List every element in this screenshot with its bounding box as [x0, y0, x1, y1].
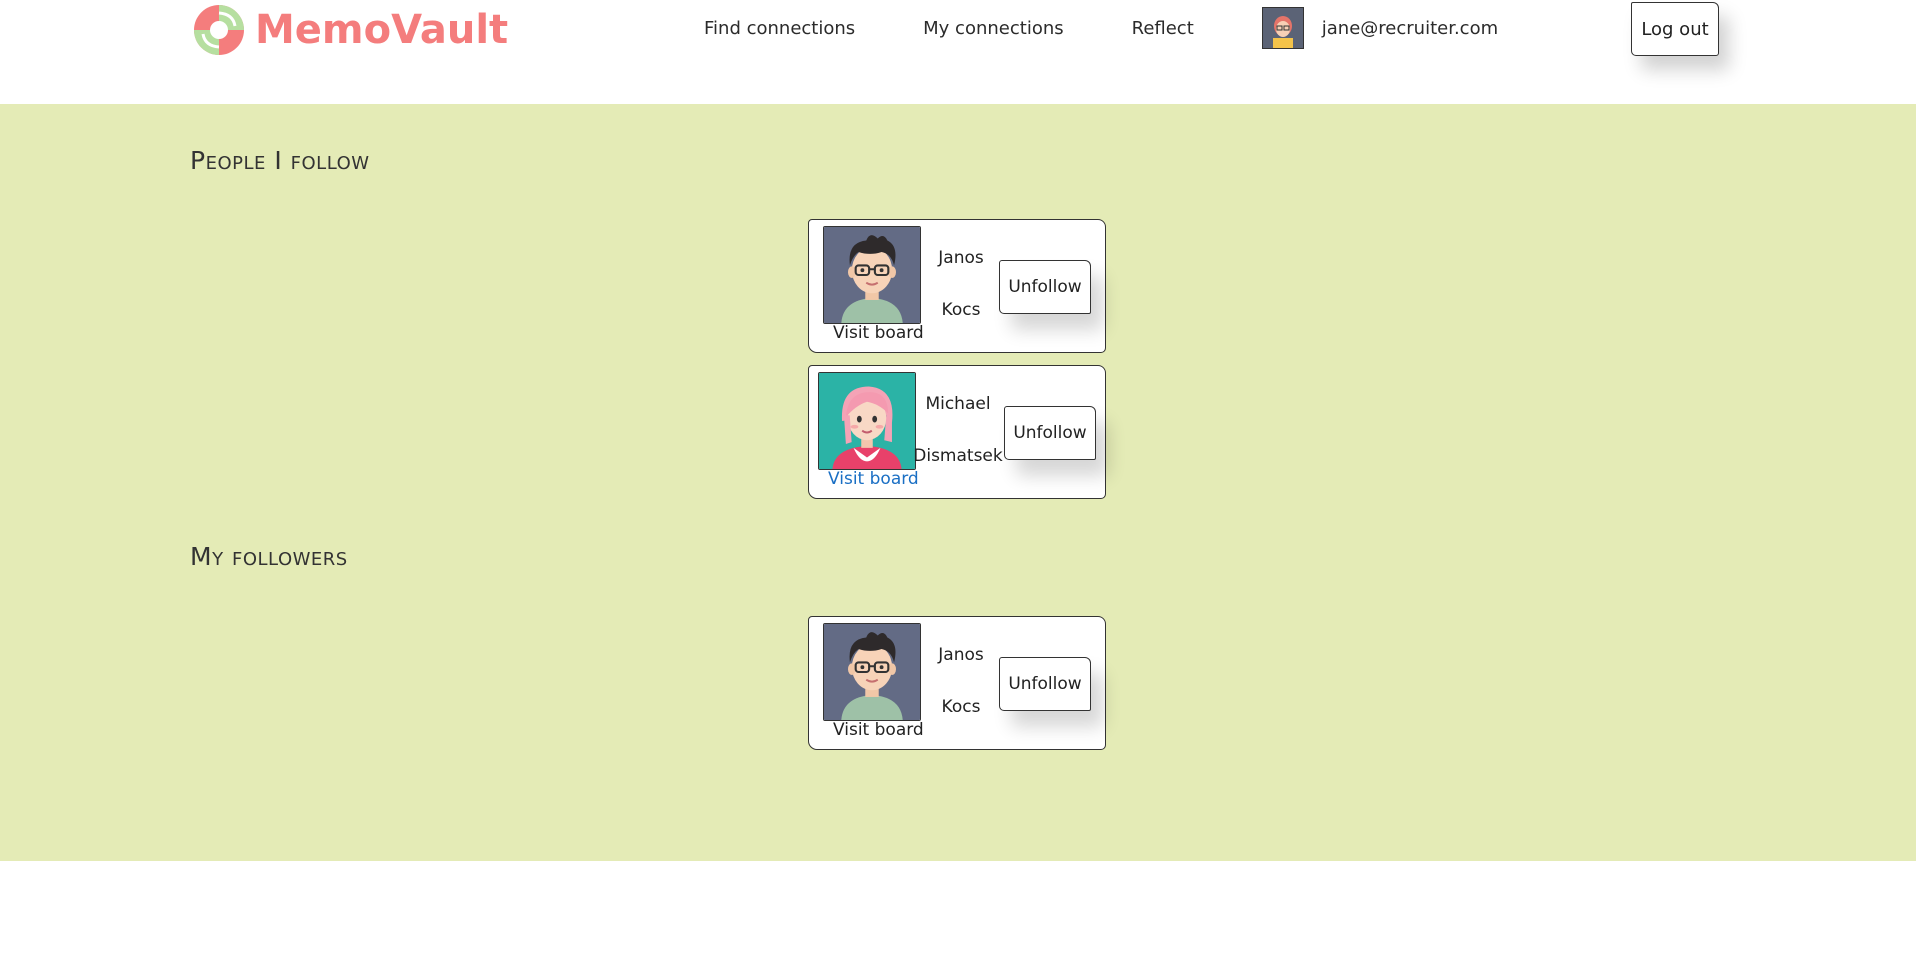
visit-board-link[interactable]: Visit board [833, 720, 924, 740]
last-name: Kocs [941, 697, 981, 717]
man-with-glasses-avatar [823, 623, 921, 721]
followers-section-title: My followers [190, 542, 348, 571]
follower-card: Visit board Janos Kocs Unfollow [808, 616, 1106, 750]
user-email: jane@recruiter.com [1321, 17, 1499, 39]
user-avatar [1261, 7, 1304, 49]
connections-page: People I follow Visit board Janos Kocs U… [0, 104, 1916, 861]
unfollow-button[interactable]: Unfollow [999, 657, 1091, 711]
following-card: Visit board Michael Dismatsek Unfollow [808, 365, 1106, 499]
pink-hair-woman-avatar [818, 372, 916, 470]
man-with-glasses-avatar [823, 226, 921, 324]
last-name: Dismatsek [913, 446, 1003, 466]
first-name: Janos [938, 645, 984, 665]
visit-board-link[interactable]: Visit board [828, 469, 919, 489]
brand-logo[interactable]: MemoVault [193, 4, 508, 56]
unfollow-button[interactable]: Unfollow [999, 260, 1091, 314]
nav-find-connections[interactable]: Find connections [704, 18, 855, 39]
visit-board-link[interactable]: Visit board [833, 323, 924, 343]
last-name: Kocs [941, 300, 981, 320]
nav-my-connections[interactable]: My connections [923, 18, 1063, 39]
main-nav: Find connections My connections Reflect … [704, 0, 1498, 56]
first-name: Michael [925, 394, 991, 414]
nav-reflect[interactable]: Reflect [1132, 18, 1194, 39]
top-navbar: MemoVault Find connections My connection… [0, 0, 1916, 104]
following-section-title: People I follow [190, 146, 370, 175]
current-user[interactable]: jane@recruiter.com [1261, 7, 1499, 49]
first-name: Janos [938, 248, 984, 268]
unfollow-button[interactable]: Unfollow [1004, 406, 1096, 460]
following-card: Visit board Janos Kocs Unfollow [808, 219, 1106, 353]
logout-button[interactable]: Log out [1631, 2, 1719, 56]
memovault-logo-icon [194, 5, 244, 55]
brand-name: MemoVault [255, 7, 509, 53]
